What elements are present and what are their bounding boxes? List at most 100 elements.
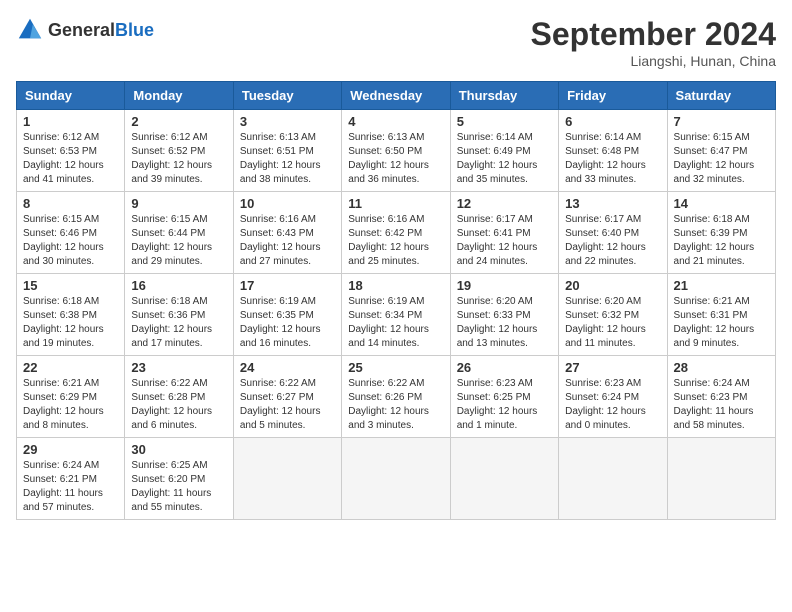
- day-info: Sunrise: 6:18 AM Sunset: 6:39 PM Dayligh…: [674, 213, 769, 269]
- calendar-cell: 1 Sunrise: 6:12 AM Sunset: 6:53 PM Daylig…: [17, 110, 125, 192]
- calendar-cell: 7 Sunrise: 6:15 AM Sunset: 6:47 PM Daylig…: [667, 110, 775, 192]
- day-info: Sunrise: 6:18 AM Sunset: 6:38 PM Dayligh…: [23, 295, 118, 351]
- day-number: 3: [240, 114, 335, 129]
- day-number: 8: [23, 196, 118, 211]
- day-number: 1: [23, 114, 118, 129]
- day-info: Sunrise: 6:21 AM Sunset: 6:31 PM Dayligh…: [674, 295, 769, 351]
- calendar-cell: 28 Sunrise: 6:24 AM Sunset: 6:23 PM Dayli…: [667, 356, 775, 438]
- day-info: Sunrise: 6:15 AM Sunset: 6:46 PM Dayligh…: [23, 213, 118, 269]
- calendar-cell: 4Sunrise: 6:13 AM Sunset: 6:50 PM Daylig…: [342, 110, 450, 192]
- title-block: September 2024 Liangshi, Hunan, China: [531, 16, 776, 69]
- calendar-cell: 14 Sunrise: 6:18 AM Sunset: 6:39 PM Dayli…: [667, 192, 775, 274]
- day-number: 13: [565, 196, 660, 211]
- day-info: Sunrise: 6:16 AM Sunset: 6:43 PM Dayligh…: [240, 213, 335, 269]
- page-header: GeneralBlue September 2024 Liangshi, Hun…: [16, 16, 776, 69]
- day-info: Sunrise: 6:20 AM Sunset: 6:32 PM Dayligh…: [565, 295, 660, 351]
- calendar-cell: 19Sunrise: 6:20 AM Sunset: 6:33 PM Dayli…: [450, 274, 558, 356]
- day-info: Sunrise: 6:23 AM Sunset: 6:24 PM Dayligh…: [565, 377, 660, 433]
- day-header-saturday: Saturday: [667, 82, 775, 110]
- calendar-week-row: 22 Sunrise: 6:21 AM Sunset: 6:29 PM Dayli…: [17, 356, 776, 438]
- day-info: Sunrise: 6:23 AM Sunset: 6:25 PM Dayligh…: [457, 377, 552, 433]
- day-info: Sunrise: 6:15 AM Sunset: 6:47 PM Dayligh…: [674, 131, 769, 187]
- calendar-cell: 27 Sunrise: 6:23 AM Sunset: 6:24 PM Dayli…: [559, 356, 667, 438]
- calendar-cell: [233, 438, 341, 520]
- logo-text-blue: Blue: [115, 20, 154, 40]
- calendar-cell: 18 Sunrise: 6:19 AM Sunset: 6:34 PM Dayli…: [342, 274, 450, 356]
- day-info: Sunrise: 6:13 AM Sunset: 6:50 PM Dayligh…: [348, 131, 443, 187]
- month-title: September 2024: [531, 16, 776, 53]
- calendar-cell: 30 Sunrise: 6:25 AM Sunset: 6:20 PM Dayli…: [125, 438, 233, 520]
- calendar-cell: 21 Sunrise: 6:21 AM Sunset: 6:31 PM Dayli…: [667, 274, 775, 356]
- day-number: 22: [23, 360, 118, 375]
- day-info: Sunrise: 6:19 AM Sunset: 6:34 PM Dayligh…: [348, 295, 443, 351]
- day-info: Sunrise: 6:18 AM Sunset: 6:36 PM Dayligh…: [131, 295, 226, 351]
- calendar-cell: 20 Sunrise: 6:20 AM Sunset: 6:32 PM Dayli…: [559, 274, 667, 356]
- day-header-sunday: Sunday: [17, 82, 125, 110]
- calendar-cell: 5 Sunrise: 6:14 AM Sunset: 6:49 PM Daylig…: [450, 110, 558, 192]
- day-info: Sunrise: 6:25 AM Sunset: 6:20 PM Dayligh…: [131, 459, 226, 515]
- day-number: 15: [23, 278, 118, 293]
- day-info: Sunrise: 6:22 AM Sunset: 6:28 PM Dayligh…: [131, 377, 226, 433]
- day-header-wednesday: Wednesday: [342, 82, 450, 110]
- calendar-cell: 13 Sunrise: 6:17 AM Sunset: 6:40 PM Dayli…: [559, 192, 667, 274]
- logo-text-general: General: [48, 20, 115, 40]
- day-info: Sunrise: 6:19 AM Sunset: 6:35 PM Dayligh…: [240, 295, 335, 351]
- day-info: Sunrise: 6:12 AM Sunset: 6:53 PM Dayligh…: [23, 131, 118, 187]
- calendar-cell: 12 Sunrise: 6:17 AM Sunset: 6:41 PM Dayli…: [450, 192, 558, 274]
- day-number: 23: [131, 360, 226, 375]
- calendar-cell: 23 Sunrise: 6:22 AM Sunset: 6:28 PM Dayli…: [125, 356, 233, 438]
- day-number: 19: [457, 278, 552, 293]
- day-number: 11: [348, 196, 443, 211]
- calendar-cell: 3 Sunrise: 6:13 AM Sunset: 6:51 PM Daylig…: [233, 110, 341, 192]
- day-number: 18: [348, 278, 443, 293]
- calendar-week-row: 1 Sunrise: 6:12 AM Sunset: 6:53 PM Daylig…: [17, 110, 776, 192]
- calendar-cell: 10 Sunrise: 6:16 AM Sunset: 6:43 PM Dayli…: [233, 192, 341, 274]
- calendar-week-row: 29Sunrise: 6:24 AM Sunset: 6:21 PM Dayli…: [17, 438, 776, 520]
- day-number: 14: [674, 196, 769, 211]
- calendar-week-row: 15 Sunrise: 6:18 AM Sunset: 6:38 PM Dayli…: [17, 274, 776, 356]
- calendar-cell: [342, 438, 450, 520]
- calendar-cell: 16Sunrise: 6:18 AM Sunset: 6:36 PM Dayli…: [125, 274, 233, 356]
- day-info: Sunrise: 6:22 AM Sunset: 6:26 PM Dayligh…: [348, 377, 443, 433]
- day-info: Sunrise: 6:17 AM Sunset: 6:40 PM Dayligh…: [565, 213, 660, 269]
- day-info: Sunrise: 6:12 AM Sunset: 6:52 PM Dayligh…: [131, 131, 226, 187]
- day-number: 12: [457, 196, 552, 211]
- day-number: 28: [674, 360, 769, 375]
- calendar-cell: 25 Sunrise: 6:22 AM Sunset: 6:26 PM Dayli…: [342, 356, 450, 438]
- calendar-body: 1 Sunrise: 6:12 AM Sunset: 6:53 PM Daylig…: [17, 110, 776, 520]
- calendar-cell: 29Sunrise: 6:24 AM Sunset: 6:21 PM Dayli…: [17, 438, 125, 520]
- day-info: Sunrise: 6:15 AM Sunset: 6:44 PM Dayligh…: [131, 213, 226, 269]
- calendar-cell: 17 Sunrise: 6:19 AM Sunset: 6:35 PM Dayli…: [233, 274, 341, 356]
- day-info: Sunrise: 6:22 AM Sunset: 6:27 PM Dayligh…: [240, 377, 335, 433]
- day-number: 25: [348, 360, 443, 375]
- day-info: Sunrise: 6:17 AM Sunset: 6:41 PM Dayligh…: [457, 213, 552, 269]
- day-number: 9: [131, 196, 226, 211]
- day-number: 20: [565, 278, 660, 293]
- calendar-cell: 22 Sunrise: 6:21 AM Sunset: 6:29 PM Dayli…: [17, 356, 125, 438]
- calendar-cell: 11Sunrise: 6:16 AM Sunset: 6:42 PM Dayli…: [342, 192, 450, 274]
- day-info: Sunrise: 6:21 AM Sunset: 6:29 PM Dayligh…: [23, 377, 118, 433]
- day-number: 17: [240, 278, 335, 293]
- location-title: Liangshi, Hunan, China: [531, 53, 776, 69]
- day-header-tuesday: Tuesday: [233, 82, 341, 110]
- calendar-week-row: 8 Sunrise: 6:15 AM Sunset: 6:46 PM Daylig…: [17, 192, 776, 274]
- day-header-friday: Friday: [559, 82, 667, 110]
- day-number: 21: [674, 278, 769, 293]
- day-number: 30: [131, 442, 226, 457]
- calendar-cell: 2 Sunrise: 6:12 AM Sunset: 6:52 PM Daylig…: [125, 110, 233, 192]
- day-header-monday: Monday: [125, 82, 233, 110]
- day-info: Sunrise: 6:14 AM Sunset: 6:49 PM Dayligh…: [457, 131, 552, 187]
- calendar-cell: 8 Sunrise: 6:15 AM Sunset: 6:46 PM Daylig…: [17, 192, 125, 274]
- day-number: 27: [565, 360, 660, 375]
- calendar-cell: 15 Sunrise: 6:18 AM Sunset: 6:38 PM Dayli…: [17, 274, 125, 356]
- day-info: Sunrise: 6:13 AM Sunset: 6:51 PM Dayligh…: [240, 131, 335, 187]
- day-number: 7: [674, 114, 769, 129]
- calendar-table: SundayMondayTuesdayWednesdayThursdayFrid…: [16, 81, 776, 520]
- logo-icon: [16, 16, 44, 44]
- day-info: Sunrise: 6:24 AM Sunset: 6:23 PM Dayligh…: [674, 377, 769, 433]
- calendar-cell: 6Sunrise: 6:14 AM Sunset: 6:48 PM Daylig…: [559, 110, 667, 192]
- day-number: 10: [240, 196, 335, 211]
- day-number: 5: [457, 114, 552, 129]
- logo: GeneralBlue: [16, 16, 154, 44]
- day-number: 2: [131, 114, 226, 129]
